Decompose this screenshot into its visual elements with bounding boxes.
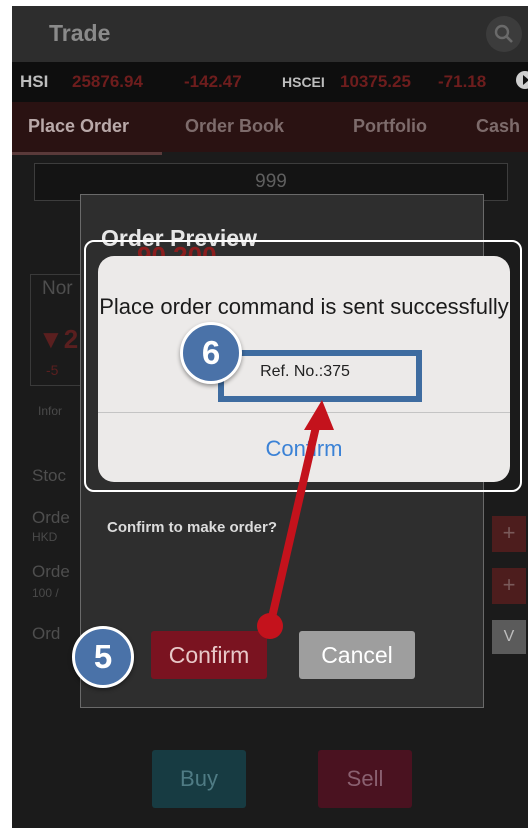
step-6-badge: 6 xyxy=(180,322,242,384)
step-5-badge: 5 xyxy=(72,626,134,688)
annotation-arrow xyxy=(257,400,334,639)
